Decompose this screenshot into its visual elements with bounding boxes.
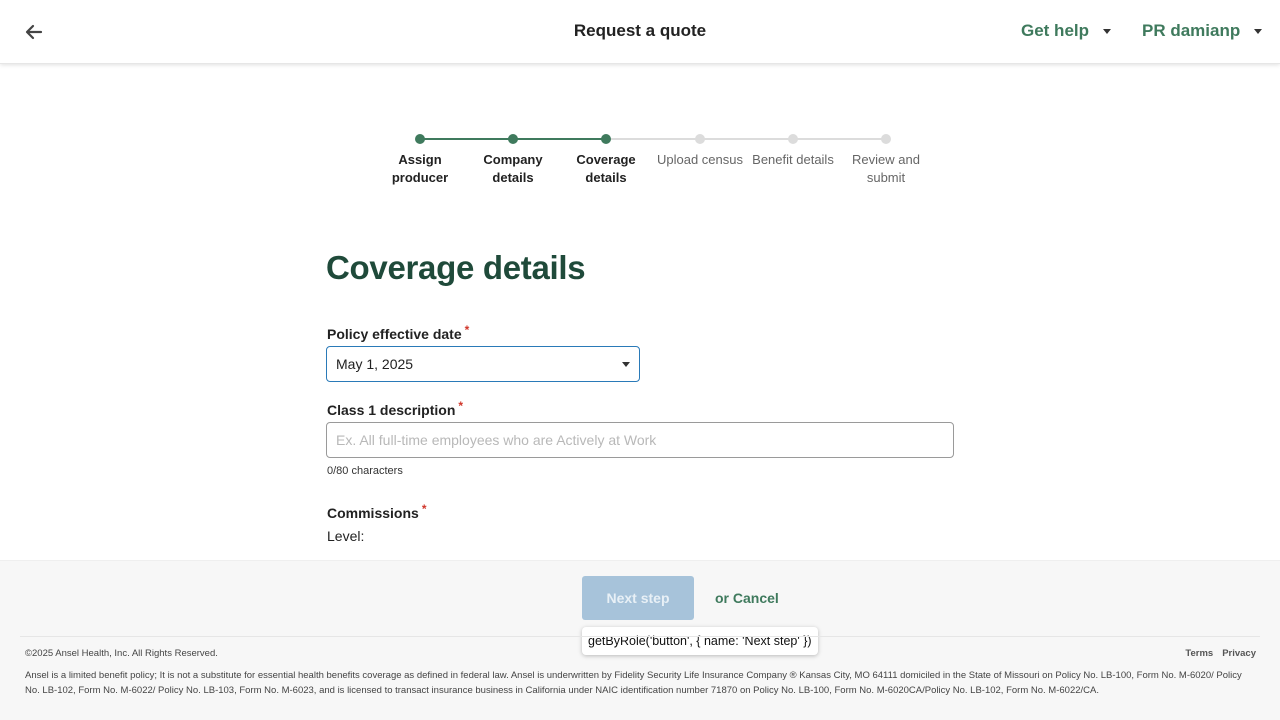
- step-review-and-submit: Review and submit: [839, 130, 933, 187]
- commissions-label: Commissions *: [327, 502, 427, 521]
- locator-tooltip: getByRole('button', { name: 'Next step' …: [582, 627, 818, 655]
- step-coverage-details: Coverage details: [559, 130, 653, 187]
- user-menu[interactable]: PR damianp: [1142, 21, 1263, 41]
- step-label: Review and submit: [852, 152, 920, 185]
- policy-effective-date-select[interactable]: May 1, 2025: [326, 346, 640, 382]
- get-help-menu[interactable]: Get help: [1021, 21, 1112, 41]
- required-marker: *: [421, 502, 427, 516]
- commission-level-label: Level:: [327, 528, 365, 544]
- top-header: Request a quote Get help PR damianp: [0, 0, 1280, 64]
- step-dot: [415, 134, 425, 144]
- character-counter: 0/80 characters: [327, 465, 403, 477]
- step-dot: [881, 134, 891, 144]
- get-help-label: Get help: [1021, 21, 1090, 40]
- caret-down-icon: [1254, 28, 1263, 34]
- copyright-text: ©2025 Ansel Health, Inc. All Rights Rese…: [25, 648, 218, 659]
- required-marker: *: [458, 399, 464, 413]
- selected-date-value: May 1, 2025: [336, 356, 414, 372]
- policy-effective-date-label: Policy effective date *: [327, 323, 470, 342]
- class-description-input[interactable]: [326, 422, 954, 458]
- step-label: Coverage details: [576, 152, 636, 185]
- required-marker: *: [464, 323, 470, 337]
- legal-disclaimer: Ansel is a limited benefit policy; It is…: [25, 670, 1242, 696]
- caret-down-icon: [1103, 28, 1112, 34]
- step-label: Benefit details: [752, 152, 834, 167]
- progress-stepper: Assign producer Company details Coverage…: [373, 130, 933, 190]
- step-dot: [601, 134, 611, 144]
- step-dot: [508, 134, 518, 144]
- step-benefit-details: Benefit details: [746, 130, 840, 169]
- step-dot: [695, 134, 705, 144]
- step-label: Assign producer: [391, 152, 449, 185]
- privacy-link[interactable]: Privacy: [1222, 648, 1256, 659]
- next-step-button[interactable]: Next step: [582, 576, 694, 620]
- step-label: Company details: [483, 152, 543, 185]
- step-dot: [788, 134, 798, 144]
- footer-divider: [20, 636, 1260, 637]
- field-label-text: Class 1 description: [327, 402, 456, 418]
- step-label: Upload census: [657, 152, 743, 167]
- user-name-label: PR damianp: [1142, 21, 1241, 40]
- step-assign-producer: Assign producer: [373, 130, 467, 187]
- class-description-label: Class 1 description *: [327, 399, 464, 418]
- field-label-text: Policy effective date: [327, 326, 462, 342]
- step-upload-census: Upload census: [653, 130, 747, 169]
- step-company-details: Company details: [466, 130, 560, 187]
- terms-link[interactable]: Terms: [1185, 648, 1213, 659]
- footer-links: Terms Privacy: [1185, 648, 1256, 659]
- field-label-text: Commissions: [327, 505, 419, 521]
- caret-down-icon: [622, 361, 630, 367]
- page-title: Coverage details: [326, 249, 586, 286]
- cancel-link[interactable]: or Cancel: [715, 590, 779, 606]
